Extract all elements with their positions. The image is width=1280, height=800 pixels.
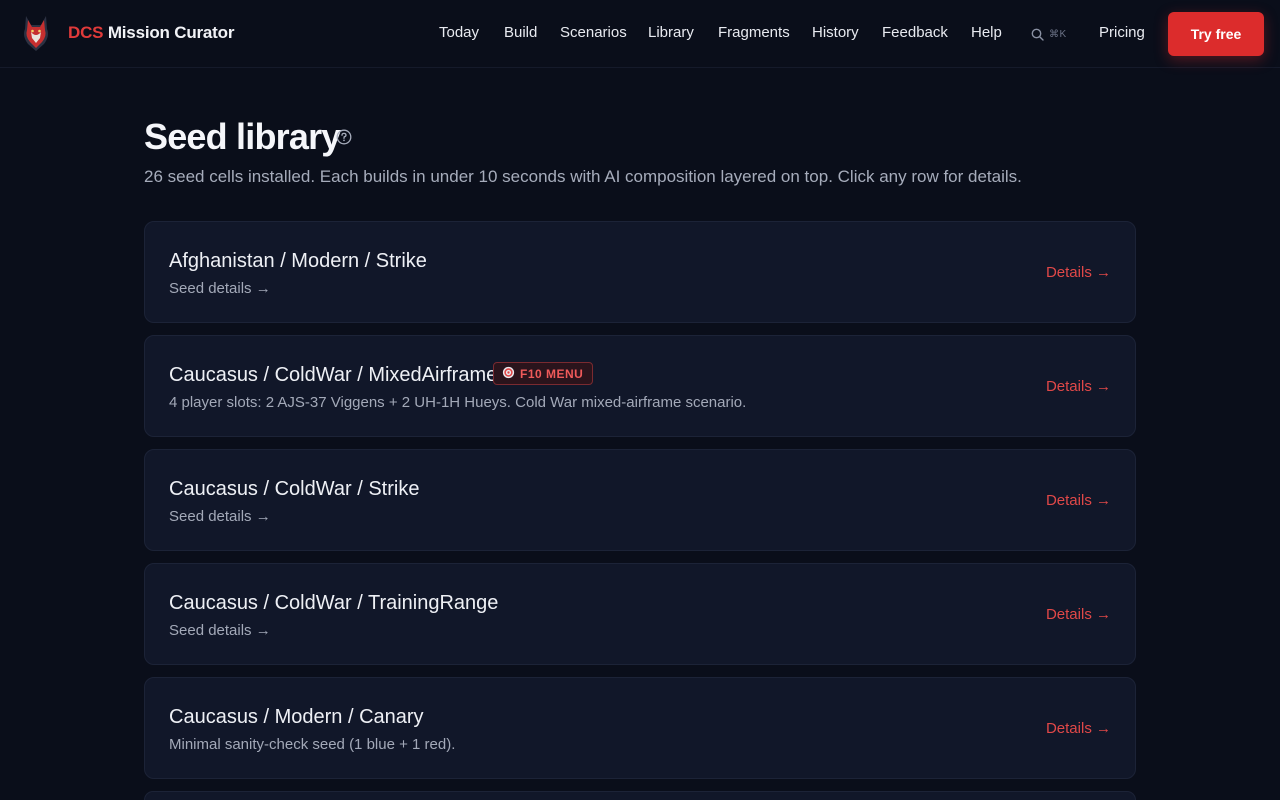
seed-card[interactable]: Caucasus / ColdWar / MixedAirframe F10 M… (144, 335, 1136, 437)
seed-title: Caucasus / ColdWar / Strike (169, 478, 420, 500)
page-title: Seed library (144, 116, 341, 157)
help-circle-icon[interactable] (335, 128, 353, 146)
page-subtitle: 26 seed cells installed. Each builds in … (144, 167, 1022, 186)
search-icon (1031, 28, 1044, 41)
details-link[interactable]: Details → (1046, 720, 1111, 737)
target-icon (502, 366, 515, 382)
seed-card[interactable]: Caucasus / Modern / Canary Minimal sanit… (144, 677, 1136, 779)
seed-title: Afghanistan / Modern / Strike (169, 250, 427, 272)
nav-history[interactable]: History (812, 24, 859, 41)
fox-logo-icon[interactable] (20, 14, 52, 52)
seed-description: 4 player slots: 2 AJS-37 Viggens + 2 UH-… (169, 394, 747, 411)
seed-card[interactable]: Caucasus / ColdWar / Strike Seed details… (144, 449, 1136, 551)
f10-menu-badge: F10 MENU (493, 362, 594, 385)
try-free-button[interactable]: Try free (1168, 12, 1264, 56)
nav-library[interactable]: Library (648, 24, 694, 41)
top-navbar: DCS Mission Curator Today Build Scenario… (0, 0, 1280, 68)
search-button[interactable]: ⌘K (1031, 25, 1067, 43)
seed-card[interactable]: Caucasus / ColdWar / TrainingRange Seed … (144, 563, 1136, 665)
brand-rest: Mission Curator (107, 23, 235, 42)
nav-scenarios[interactable]: Scenarios (560, 24, 627, 41)
details-link[interactable]: Details → (1046, 606, 1111, 623)
seed-description: Minimal sanity-check seed (1 blue + 1 re… (169, 736, 456, 753)
nav-feedback[interactable]: Feedback (882, 24, 948, 41)
brand-name[interactable]: DCS Mission Curator (68, 23, 234, 43)
brand-accent: DCS (68, 23, 104, 42)
seed-title: Caucasus / Modern / Canary (169, 706, 424, 728)
seed-title: Caucasus / ColdWar / TrainingRange (169, 592, 499, 614)
nav-build[interactable]: Build (504, 24, 537, 41)
nav-help[interactable]: Help (971, 24, 1002, 41)
seed-description: Seed details → (169, 622, 271, 639)
seed-card-partial[interactable] (144, 791, 1136, 800)
seed-description: Seed details → (169, 280, 271, 297)
details-link[interactable]: Details → (1046, 378, 1111, 395)
search-shortcut: ⌘K (1049, 28, 1067, 40)
nav-today[interactable]: Today (439, 24, 479, 41)
badge-label: F10 MENU (520, 366, 584, 381)
details-link[interactable]: Details → (1046, 264, 1111, 281)
nav-pricing[interactable]: Pricing (1099, 24, 1145, 41)
seed-description: Seed details → (169, 508, 271, 525)
nav-fragments[interactable]: Fragments (718, 24, 790, 41)
seed-title: Caucasus / ColdWar / MixedAirframe (169, 364, 498, 386)
seed-card[interactable]: Afghanistan / Modern / Strike Seed detai… (144, 221, 1136, 323)
details-link[interactable]: Details → (1046, 492, 1111, 509)
